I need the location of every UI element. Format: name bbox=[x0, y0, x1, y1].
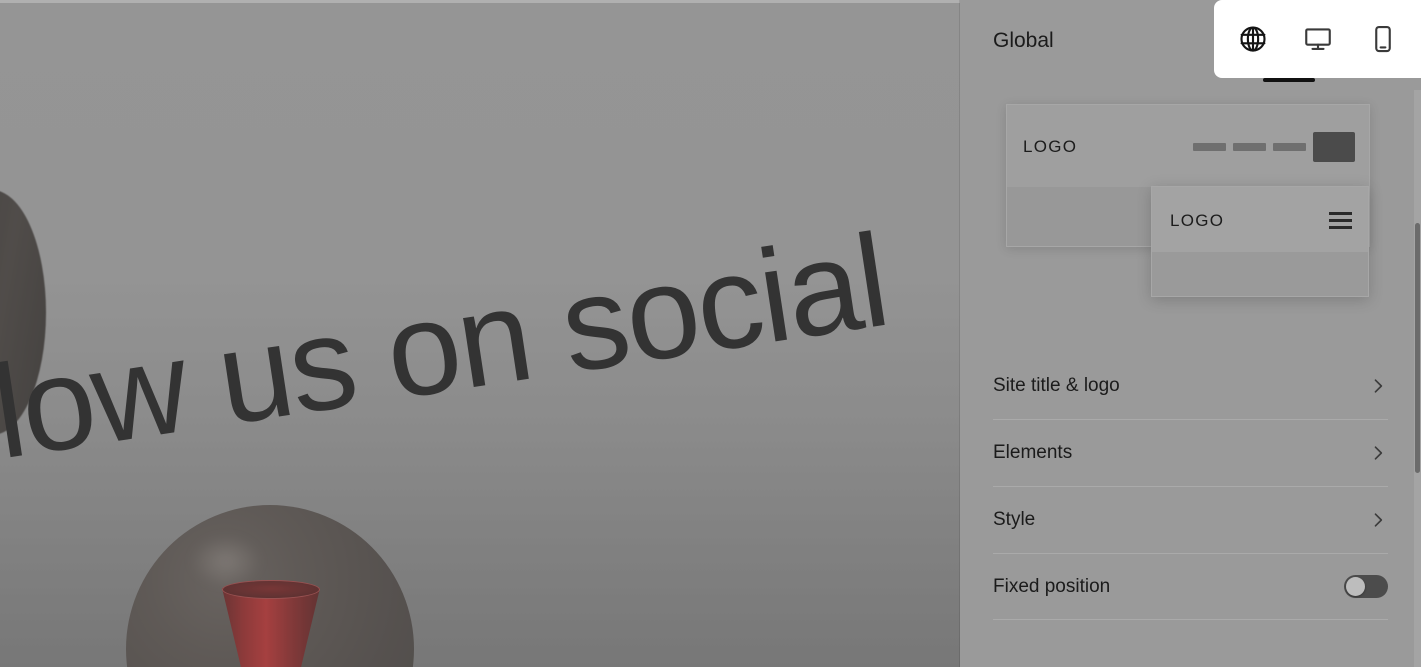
global-settings-panel: Global LOGO LOGO Site title & logo Eleme… bbox=[960, 0, 1421, 667]
desktop-cta-button bbox=[1313, 132, 1355, 162]
hero-headline: llow us on social bbox=[0, 206, 896, 491]
tab-global[interactable] bbox=[1225, 11, 1281, 67]
mobile-icon bbox=[1368, 24, 1398, 54]
settings-row-label: Site title & logo bbox=[993, 374, 1120, 396]
chevron-right-icon bbox=[1368, 376, 1388, 396]
hamburger-icon bbox=[1329, 212, 1352, 229]
desktop-nav-placeholders bbox=[1193, 132, 1355, 162]
red-cup-rim-decor bbox=[222, 580, 320, 599]
settings-list: Site title & logo Elements Style Fixed p… bbox=[960, 352, 1421, 620]
panel-scrollbar-track[interactable] bbox=[1414, 90, 1421, 667]
mobile-logo-text: LOGO bbox=[1170, 210, 1225, 230]
desktop-icon bbox=[1303, 24, 1333, 54]
panel-scrollbar-thumb[interactable] bbox=[1415, 223, 1420, 473]
page-title: Global bbox=[993, 29, 1054, 52]
fixed-position-toggle[interactable] bbox=[1344, 575, 1388, 598]
nav-placeholder bbox=[1193, 143, 1226, 151]
device-tab-group bbox=[1214, 0, 1421, 78]
sphere-highlight-decor bbox=[190, 535, 262, 587]
desktop-logo-text: LOGO bbox=[1023, 137, 1078, 156]
settings-row-label: Elements bbox=[993, 442, 1073, 463]
chevron-right-icon bbox=[1368, 510, 1388, 530]
settings-row-label: Style bbox=[993, 509, 1036, 530]
mobile-header-preview[interactable]: LOGO bbox=[1151, 186, 1369, 297]
mobile-header-bar: LOGO bbox=[1152, 187, 1368, 254]
mobile-header-body bbox=[1152, 252, 1368, 296]
settings-row-elements[interactable]: Elements bbox=[993, 419, 1388, 486]
settings-row-style[interactable]: Style bbox=[993, 486, 1388, 553]
chevron-right-icon bbox=[1368, 443, 1388, 463]
settings-row-label: Fixed position bbox=[993, 575, 1111, 597]
settings-row-fixed-position[interactable]: Fixed position bbox=[993, 553, 1388, 620]
toggle-knob bbox=[1346, 577, 1365, 596]
nav-placeholder bbox=[1233, 143, 1266, 151]
active-tab-indicator bbox=[1263, 78, 1315, 82]
tab-desktop[interactable] bbox=[1290, 11, 1346, 67]
panel-header: Global bbox=[960, 0, 1421, 84]
nav-placeholder bbox=[1273, 143, 1306, 151]
settings-row-site-title-logo[interactable]: Site title & logo bbox=[993, 352, 1388, 419]
tab-mobile[interactable] bbox=[1355, 11, 1411, 67]
desktop-header-bar: LOGO bbox=[1007, 105, 1369, 189]
header-preview-stage: LOGO LOGO bbox=[960, 84, 1421, 352]
globe-icon bbox=[1238, 24, 1268, 54]
editor-root: llow us on social Global LOGO LOGO Site … bbox=[0, 0, 1421, 667]
